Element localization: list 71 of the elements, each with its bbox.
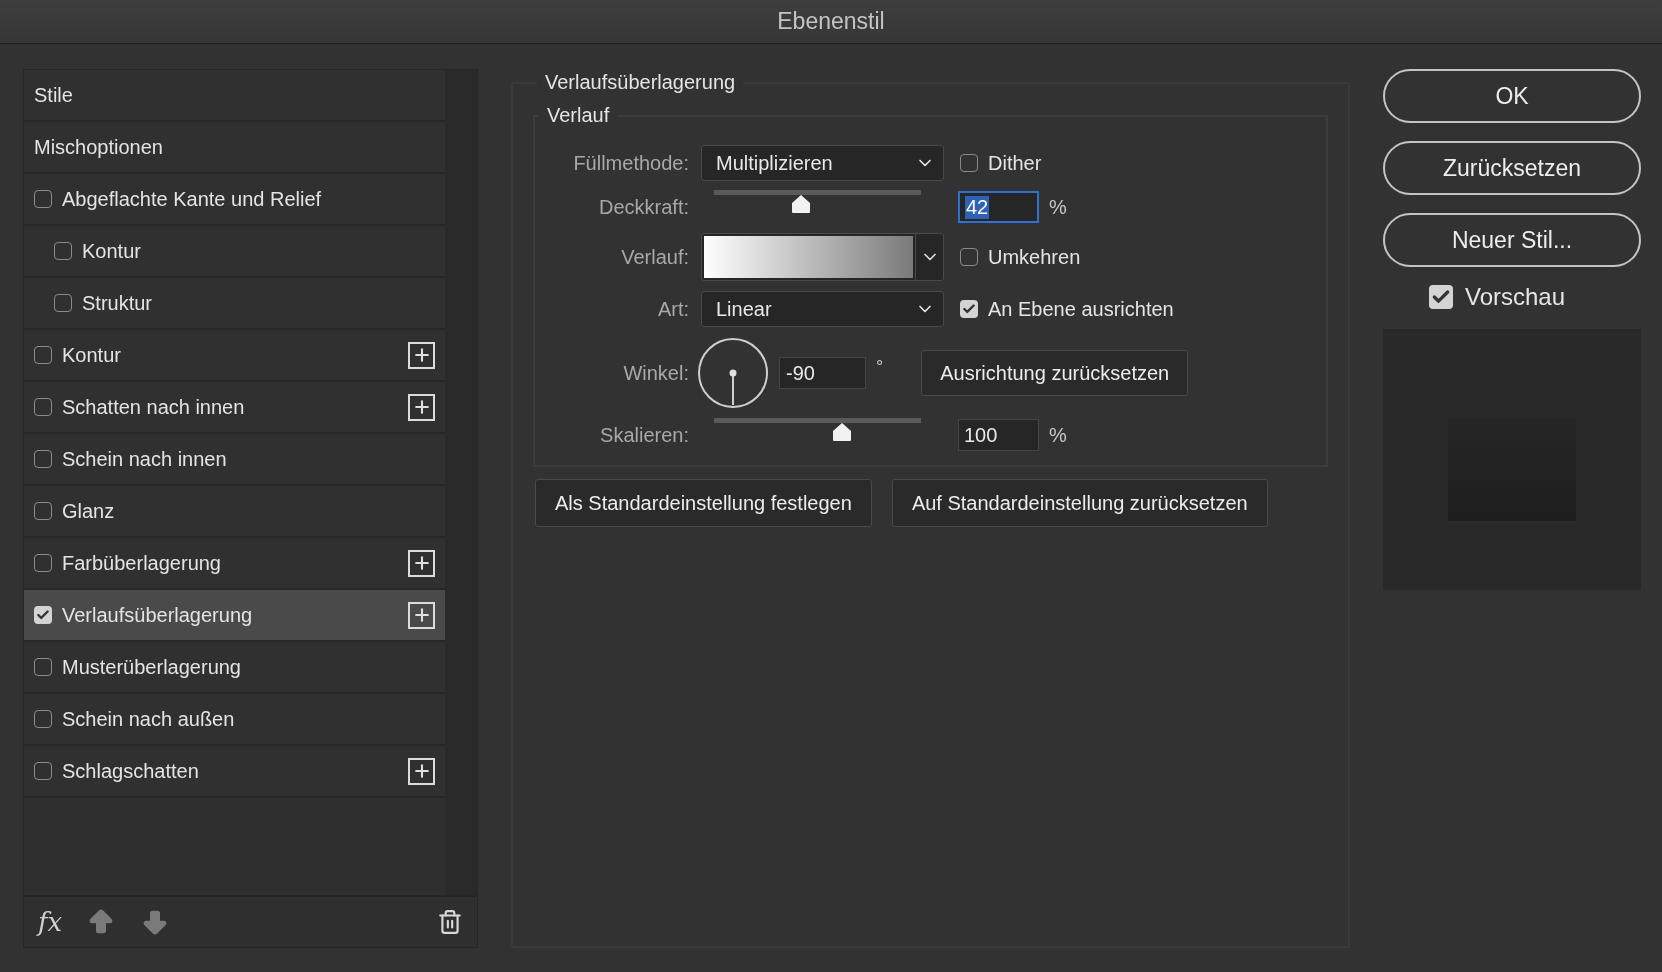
checkbox-label: An Ebene ausrichten [988,297,1174,321]
style-label: Stile [34,83,74,107]
opacity-field[interactable]: 42 [958,191,1039,223]
trash-icon[interactable] [437,909,463,935]
fx-button[interactable]: fx [38,907,63,937]
plus-icon[interactable] [408,341,435,369]
checkbox-label: Dither [988,151,1042,175]
slider-thumb[interactable] [789,194,812,214]
checkbox[interactable] [34,658,52,676]
default-settings-button[interactable]: Als Standardeinstellung festlegen [535,479,872,527]
style-label: Musterüberlagerung [62,655,242,679]
window-title: Ebenenstil [777,8,885,35]
field-label: Füllmethode: [572,151,689,175]
gradient-swatch[interactable] [704,236,913,278]
checkbox[interactable] [34,502,52,520]
checkbox[interactable] [34,710,52,728]
checkbox[interactable] [54,242,72,260]
unit-label: ° [876,357,884,378]
group-title: Verlaufsüberlagerung [544,71,737,94]
style-label: Mischoptionen [34,135,164,159]
checkbox-label: Umkehren [988,245,1081,269]
plus-icon[interactable] [408,757,435,785]
style-label: Kontur [82,239,142,263]
checkbox-label: Vorschau [1464,283,1566,311]
field-label: Art: [656,297,689,321]
checkbox[interactable] [34,606,52,624]
style-label: Verlaufsüberlagerung [62,603,254,627]
plus-icon[interactable] [408,393,435,421]
unit-label: % [1049,195,1067,219]
field-label: Skalieren: [599,423,689,447]
scale-field[interactable]: 100 [958,419,1039,451]
checkbox[interactable] [1428,285,1453,309]
style-label: Kontur [62,343,122,367]
checkbox[interactable] [34,190,52,208]
angle-field[interactable]: -90 [779,357,866,389]
style-label: Struktur [82,291,154,315]
style-label: Schein nach innen [62,447,228,471]
style-label: Abgeflachte Kante und Relief [62,187,323,211]
checkbox[interactable] [960,154,978,172]
style-list-item[interactable]: Verlaufsüberlagerung [24,590,445,642]
checkbox[interactable] [34,762,52,780]
gradient-picker[interactable] [701,233,944,281]
plus-icon[interactable] [408,549,435,577]
checkbox[interactable] [54,294,72,312]
checkbox[interactable] [34,450,52,468]
checkbox[interactable] [34,554,52,572]
checkbox[interactable] [960,300,978,318]
style-label: Glanz [62,499,116,523]
field-label: Winkel: [622,361,689,385]
angle-dial[interactable] [697,337,769,409]
field-label: Verlauf: [620,245,689,269]
style-label: Schein nach außen [62,707,236,731]
plus-icon[interactable] [408,601,435,629]
checkbox[interactable] [34,346,52,364]
checkbox[interactable] [960,248,978,266]
style-label: Schlagschatten [62,759,200,783]
selected-text: 42 [965,195,990,219]
section-title: Verlauf [546,104,611,127]
reset-alignment-button[interactable]: Ausrichtung zurücksetzen [921,350,1189,396]
default-settings-button[interactable]: Auf Standardeinstellung zurücksetzen [891,479,1268,527]
slider-thumb[interactable] [831,422,854,442]
style-label: Farbüberlagerung [62,551,222,575]
dialog-button[interactable]: Zurücksetzen [1383,141,1641,195]
dialog-button[interactable]: OK [1383,69,1641,123]
checkbox[interactable] [34,398,52,416]
unit-label: % [1049,423,1067,447]
style-dropdown[interactable]: Linear [701,291,944,327]
blend-mode-dropdown[interactable]: Multiplizieren [701,145,944,181]
field-label: Deckkraft: [597,195,689,219]
style-label: Schatten nach innen [62,395,246,419]
dialog-button[interactable]: Neuer Stil... [1383,213,1641,267]
